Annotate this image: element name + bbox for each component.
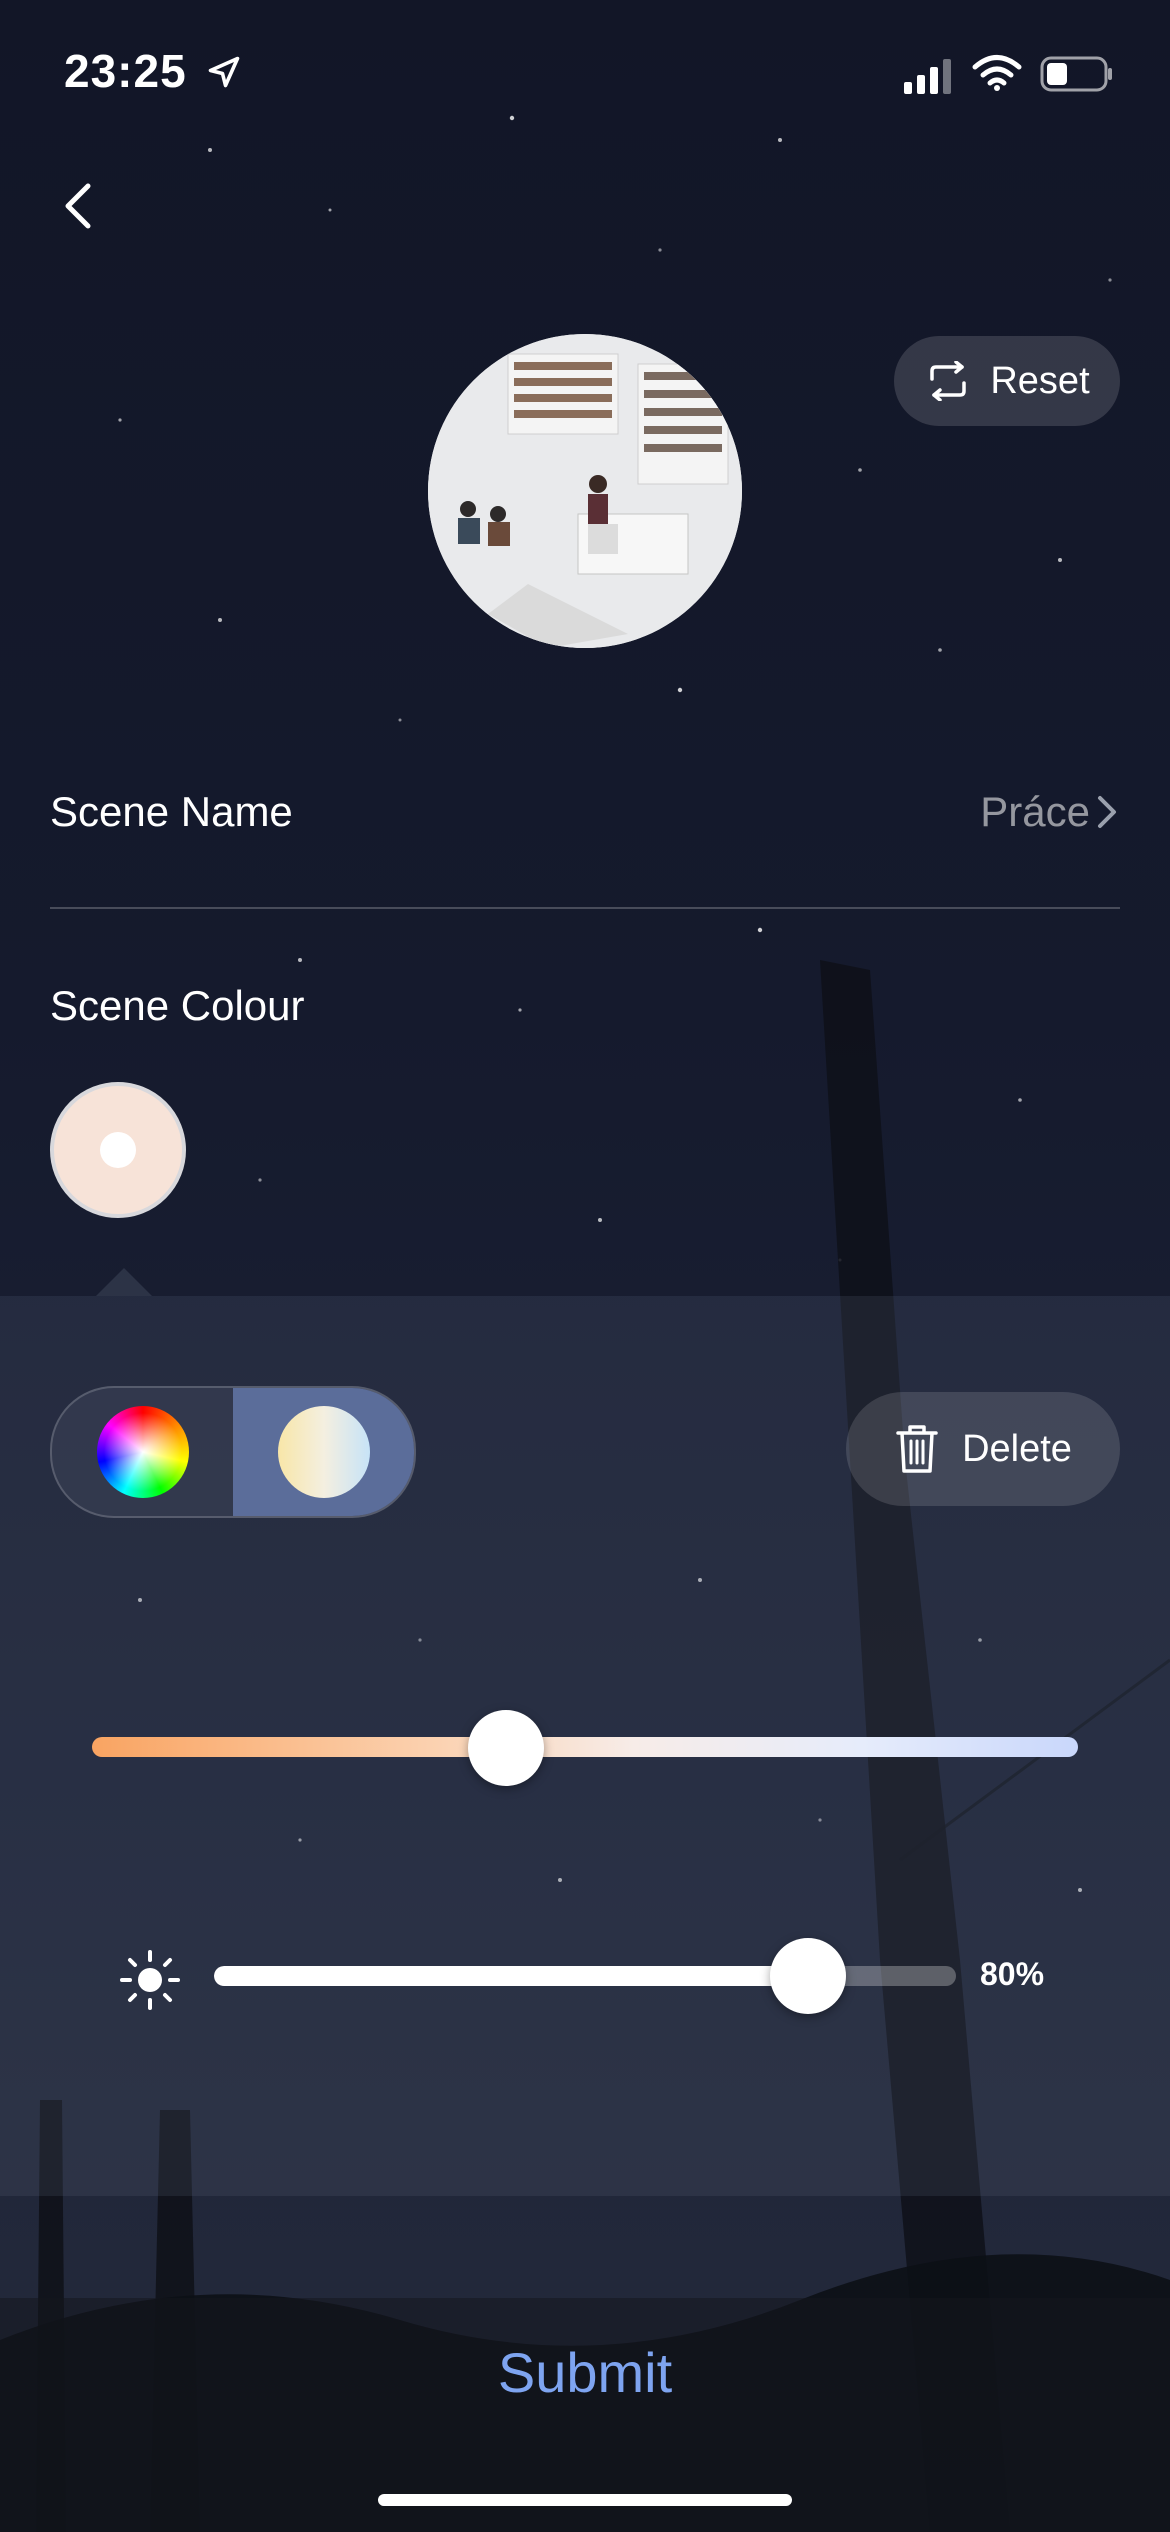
back-button[interactable] xyxy=(40,166,120,246)
color-wheel-icon xyxy=(96,1406,189,1498)
scene-name-label: Scene Name xyxy=(50,788,293,835)
scene-colour-swatch[interactable] xyxy=(50,1082,186,1218)
chevron-left-icon xyxy=(65,183,91,229)
library-photo xyxy=(428,334,742,648)
delete-button[interactable]: Delete xyxy=(846,1392,1120,1506)
brightness-fill xyxy=(214,1966,808,1986)
battery-icon xyxy=(1040,56,1112,92)
repeat-icon xyxy=(930,361,967,401)
home-indicator xyxy=(378,2494,792,2506)
submit-button[interactable]: Submit xyxy=(385,2340,785,2405)
status-time: 23:25 xyxy=(64,45,187,97)
brightness-sun-icon xyxy=(120,1950,180,2010)
chevron-right-icon[interactable] xyxy=(1092,790,1122,834)
location-arrow-icon xyxy=(208,56,240,88)
cellular-signal-icon xyxy=(904,59,951,94)
wifi-icon xyxy=(972,55,1022,91)
scene-image[interactable] xyxy=(428,334,742,648)
divider xyxy=(50,907,1120,909)
brightness-thumb[interactable] xyxy=(769,1938,846,2014)
colour-mode-toggle[interactable] xyxy=(50,1386,416,1518)
colour-temperature-thumb[interactable] xyxy=(468,1710,545,1786)
trash-icon xyxy=(896,1425,938,1473)
scene-colour-label: Scene Colour xyxy=(50,982,305,1029)
brightness-value: 80% xyxy=(980,1956,1045,1992)
colour-temperature-slider[interactable] xyxy=(92,1737,1078,1757)
reset-label: Reset xyxy=(990,359,1090,402)
selected-indicator xyxy=(100,1132,136,1168)
mode-white-temperature[interactable] xyxy=(233,1388,414,1516)
delete-label: Delete xyxy=(962,1427,1072,1470)
reset-button[interactable]: Reset xyxy=(894,336,1120,426)
panel-pointer xyxy=(96,1268,152,1296)
scene-name-value[interactable]: Práce xyxy=(980,788,1090,836)
white-temperature-icon xyxy=(277,1406,370,1498)
mode-color-wheel[interactable] xyxy=(52,1388,233,1516)
